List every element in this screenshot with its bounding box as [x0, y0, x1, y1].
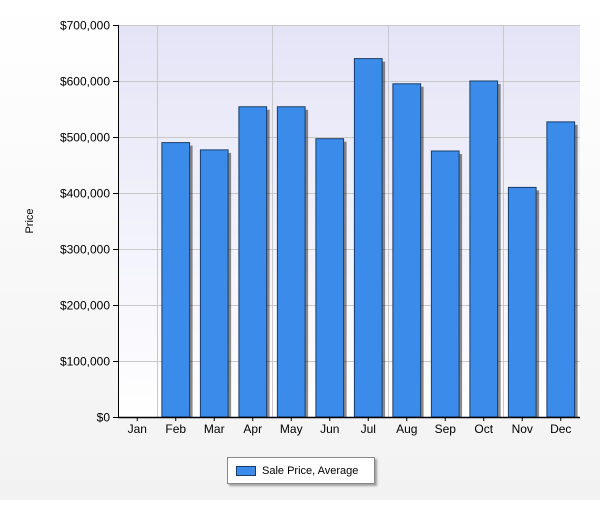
legend: Sale Price, Average	[227, 457, 375, 484]
y-tick-label: $300,000	[60, 243, 110, 257]
chart-container: $0 $100,000 $200,000 $300,000 $400,000 $500,0…	[0, 0, 600, 500]
x-tick-label: Dec	[550, 422, 571, 436]
x-tick-label: Aug	[396, 422, 417, 436]
x-tick-label: Jan	[128, 422, 147, 436]
y-tick-label: $500,000	[60, 131, 110, 145]
x-tick-label: Jul	[361, 422, 376, 436]
x-tick-label: Oct	[474, 422, 493, 436]
y-tick-label: $400,000	[60, 187, 110, 201]
y-tick-label: $200,000	[60, 299, 110, 313]
y-tick-label: $600,000	[60, 75, 110, 89]
bar	[430, 150, 460, 418]
x-tick-label: Sep	[435, 422, 457, 436]
bar	[546, 121, 576, 418]
y-axis-label: Price	[24, 208, 36, 233]
bar-chart: $0 $100,000 $200,000 $300,000 $400,000 $500,0…	[24, 19, 580, 436]
bar	[161, 142, 191, 418]
bar	[353, 58, 383, 418]
legend-label: Sale Price, Average	[262, 464, 359, 477]
y-tick-labels: $0 $100,000 $200,000 $300,000 $400,000 $500,0…	[60, 19, 110, 425]
bar	[392, 83, 422, 418]
bar	[315, 138, 345, 418]
x-tick-label: Mar	[204, 422, 225, 436]
x-tick-label: Nov	[512, 422, 533, 436]
bar	[199, 149, 229, 418]
y-tick-label: $100,000	[60, 355, 110, 369]
x-tick-label: Jun	[320, 422, 339, 436]
bar	[507, 186, 537, 418]
y-tick-label: $0	[97, 411, 111, 425]
bar	[238, 106, 268, 418]
x-tick-label: Feb	[165, 422, 186, 436]
legend-swatch	[236, 465, 256, 476]
bar	[469, 80, 499, 418]
x-tick-label: May	[280, 422, 303, 436]
y-tick-label: $700,000	[60, 19, 110, 33]
x-tick-label: Apr	[243, 422, 262, 436]
bar	[276, 106, 306, 418]
x-tick-labels: Jan Feb Mar Apr May Jun Jul Aug Sep Oct Nov Dec	[128, 422, 572, 436]
